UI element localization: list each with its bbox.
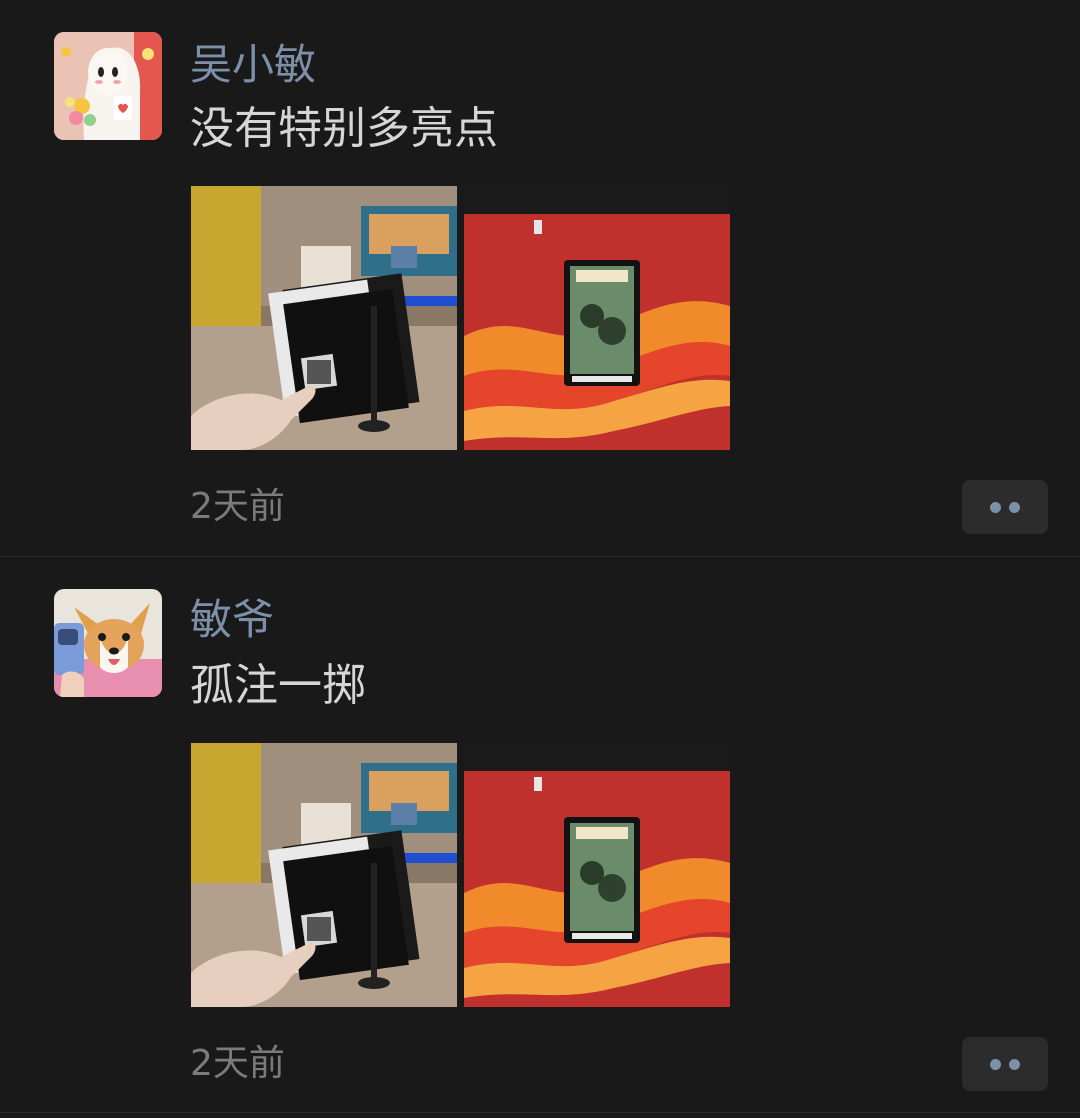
timestamp: 2天前 (190, 1043, 285, 1084)
photo-thumbnail[interactable] (191, 186, 457, 450)
cinema-tickets-photo (191, 186, 457, 450)
post-text: 没有特别多亮点 (190, 103, 498, 154)
username[interactable]: 敏爷 (190, 591, 274, 649)
more-actions-button[interactable] (962, 1037, 1048, 1091)
photo-thumbnail[interactable] (464, 186, 730, 450)
post-text: 孤注一掷 (190, 660, 366, 711)
more-actions-button[interactable] (962, 480, 1048, 534)
cinema-tickets-photo (191, 743, 457, 1007)
divider (0, 1112, 1080, 1113)
avatar[interactable] (54, 32, 162, 140)
photo-thumbnail[interactable] (464, 743, 730, 1007)
movie-poster-red-wall-photo (464, 186, 730, 450)
dot-icon (1009, 1058, 1020, 1070)
moment-post: 敏爷 孤注一掷 2天前 (0, 557, 1080, 1118)
corgi-avatar-icon (54, 589, 162, 697)
moment-post: 吴小敏 没有特别多亮点 2天前 (0, 0, 1080, 556)
dot-icon (990, 1058, 1001, 1070)
moments-feed: 吴小敏 没有特别多亮点 2天前 敏爷 孤注一掷 2天前 (0, 0, 1080, 1118)
username[interactable]: 吴小敏 (190, 36, 316, 94)
ghost-avatar-icon (54, 32, 162, 140)
photo-thumbnail[interactable] (191, 743, 457, 1007)
movie-poster-red-wall-photo (464, 743, 730, 1007)
timestamp: 2天前 (190, 486, 285, 527)
dot-icon (990, 501, 1001, 513)
dot-icon (1009, 501, 1020, 513)
avatar[interactable] (54, 589, 162, 697)
